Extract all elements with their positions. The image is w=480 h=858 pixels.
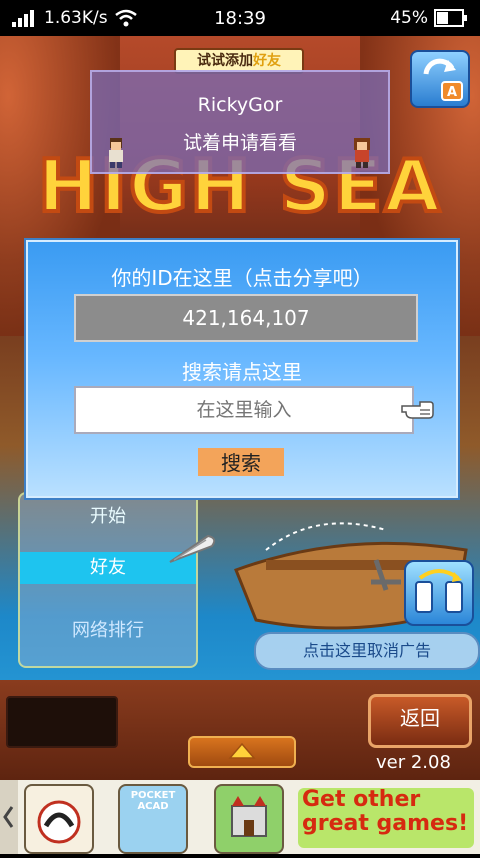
status-bar: 1.63K/s 18:39 45% — [0, 0, 480, 36]
friend-hint: 试着申请看看 — [182, 132, 297, 154]
dialog-title: 你的ID在这里（点击分享吧） — [111, 266, 373, 290]
battery-icon — [434, 9, 467, 27]
rotate-device-button[interactable] — [404, 560, 474, 626]
friend-id-input[interactable] — [74, 386, 414, 434]
rotate-icon — [415, 569, 463, 613]
ad-prev-arrow[interactable] — [0, 780, 18, 854]
version-label: ver 2.08 — [376, 752, 451, 773]
friend-name: RickyGor — [197, 94, 283, 116]
ad-game-tile-2[interactable]: POCKET ACAD — [118, 784, 188, 854]
ad-game-tile-1[interactable] — [24, 784, 94, 854]
up-arrow-icon — [228, 742, 256, 759]
ad-game-tile-3[interactable] — [214, 784, 284, 854]
pointing-hand-icon — [401, 401, 434, 419]
search-button[interactable]: 搜索 — [198, 448, 284, 476]
bottom-bar: 返回 ver 2.08 — [0, 680, 480, 780]
battery-level: 45% — [390, 8, 428, 28]
scroll-up-button[interactable] — [188, 736, 296, 768]
tile2-label: POCKET ACAD — [130, 790, 176, 812]
banner-highlight: 好友 — [253, 53, 281, 69]
game-scene: HIGH SEA 试试添加好友 RickyGor 试着申请看看 A 开始 好友 … — [0, 36, 480, 780]
cta-line-2: great games! — [302, 811, 469, 836]
switch-account-button[interactable]: A — [410, 50, 470, 108]
sushi-game-icon — [37, 800, 81, 844]
character-icon — [109, 138, 123, 168]
character-icon — [354, 138, 370, 168]
friend-suggestion-card[interactable]: RickyGor 试着申请看看 — [90, 70, 390, 174]
status-right: 45% — [390, 8, 468, 28]
main-menu: 开始 好友 网络排行 — [18, 492, 198, 668]
cta-line-1: Get other — [302, 787, 421, 812]
castle-game-icon — [231, 796, 267, 837]
menu-ranking[interactable]: 网络排行 — [20, 616, 196, 642]
info-panel — [6, 696, 118, 748]
ad-banner[interactable]: POCKET ACAD Get other great games! — [0, 780, 480, 854]
banner-prefix: 试试添加 — [197, 53, 253, 69]
remove-ads-button[interactable]: 点击这里取消广告 — [254, 632, 480, 670]
swap-icon: A — [423, 58, 463, 101]
friend-id-dialog: 你的ID在这里（点击分享吧） 421,164,107 搜索请点这里 搜索 — [26, 240, 458, 498]
get-more-games-cta[interactable]: Get other great games! — [298, 788, 474, 848]
back-button[interactable]: 返回 — [368, 694, 472, 748]
search-title: 搜索请点这里 — [182, 360, 302, 384]
menu-start[interactable]: 开始 — [20, 502, 196, 528]
svg-text:A: A — [447, 85, 457, 100]
feather-pointer-icon — [169, 534, 216, 563]
chevron-left-icon — [3, 806, 14, 828]
player-id-share[interactable]: 421,164,107 — [74, 294, 418, 342]
